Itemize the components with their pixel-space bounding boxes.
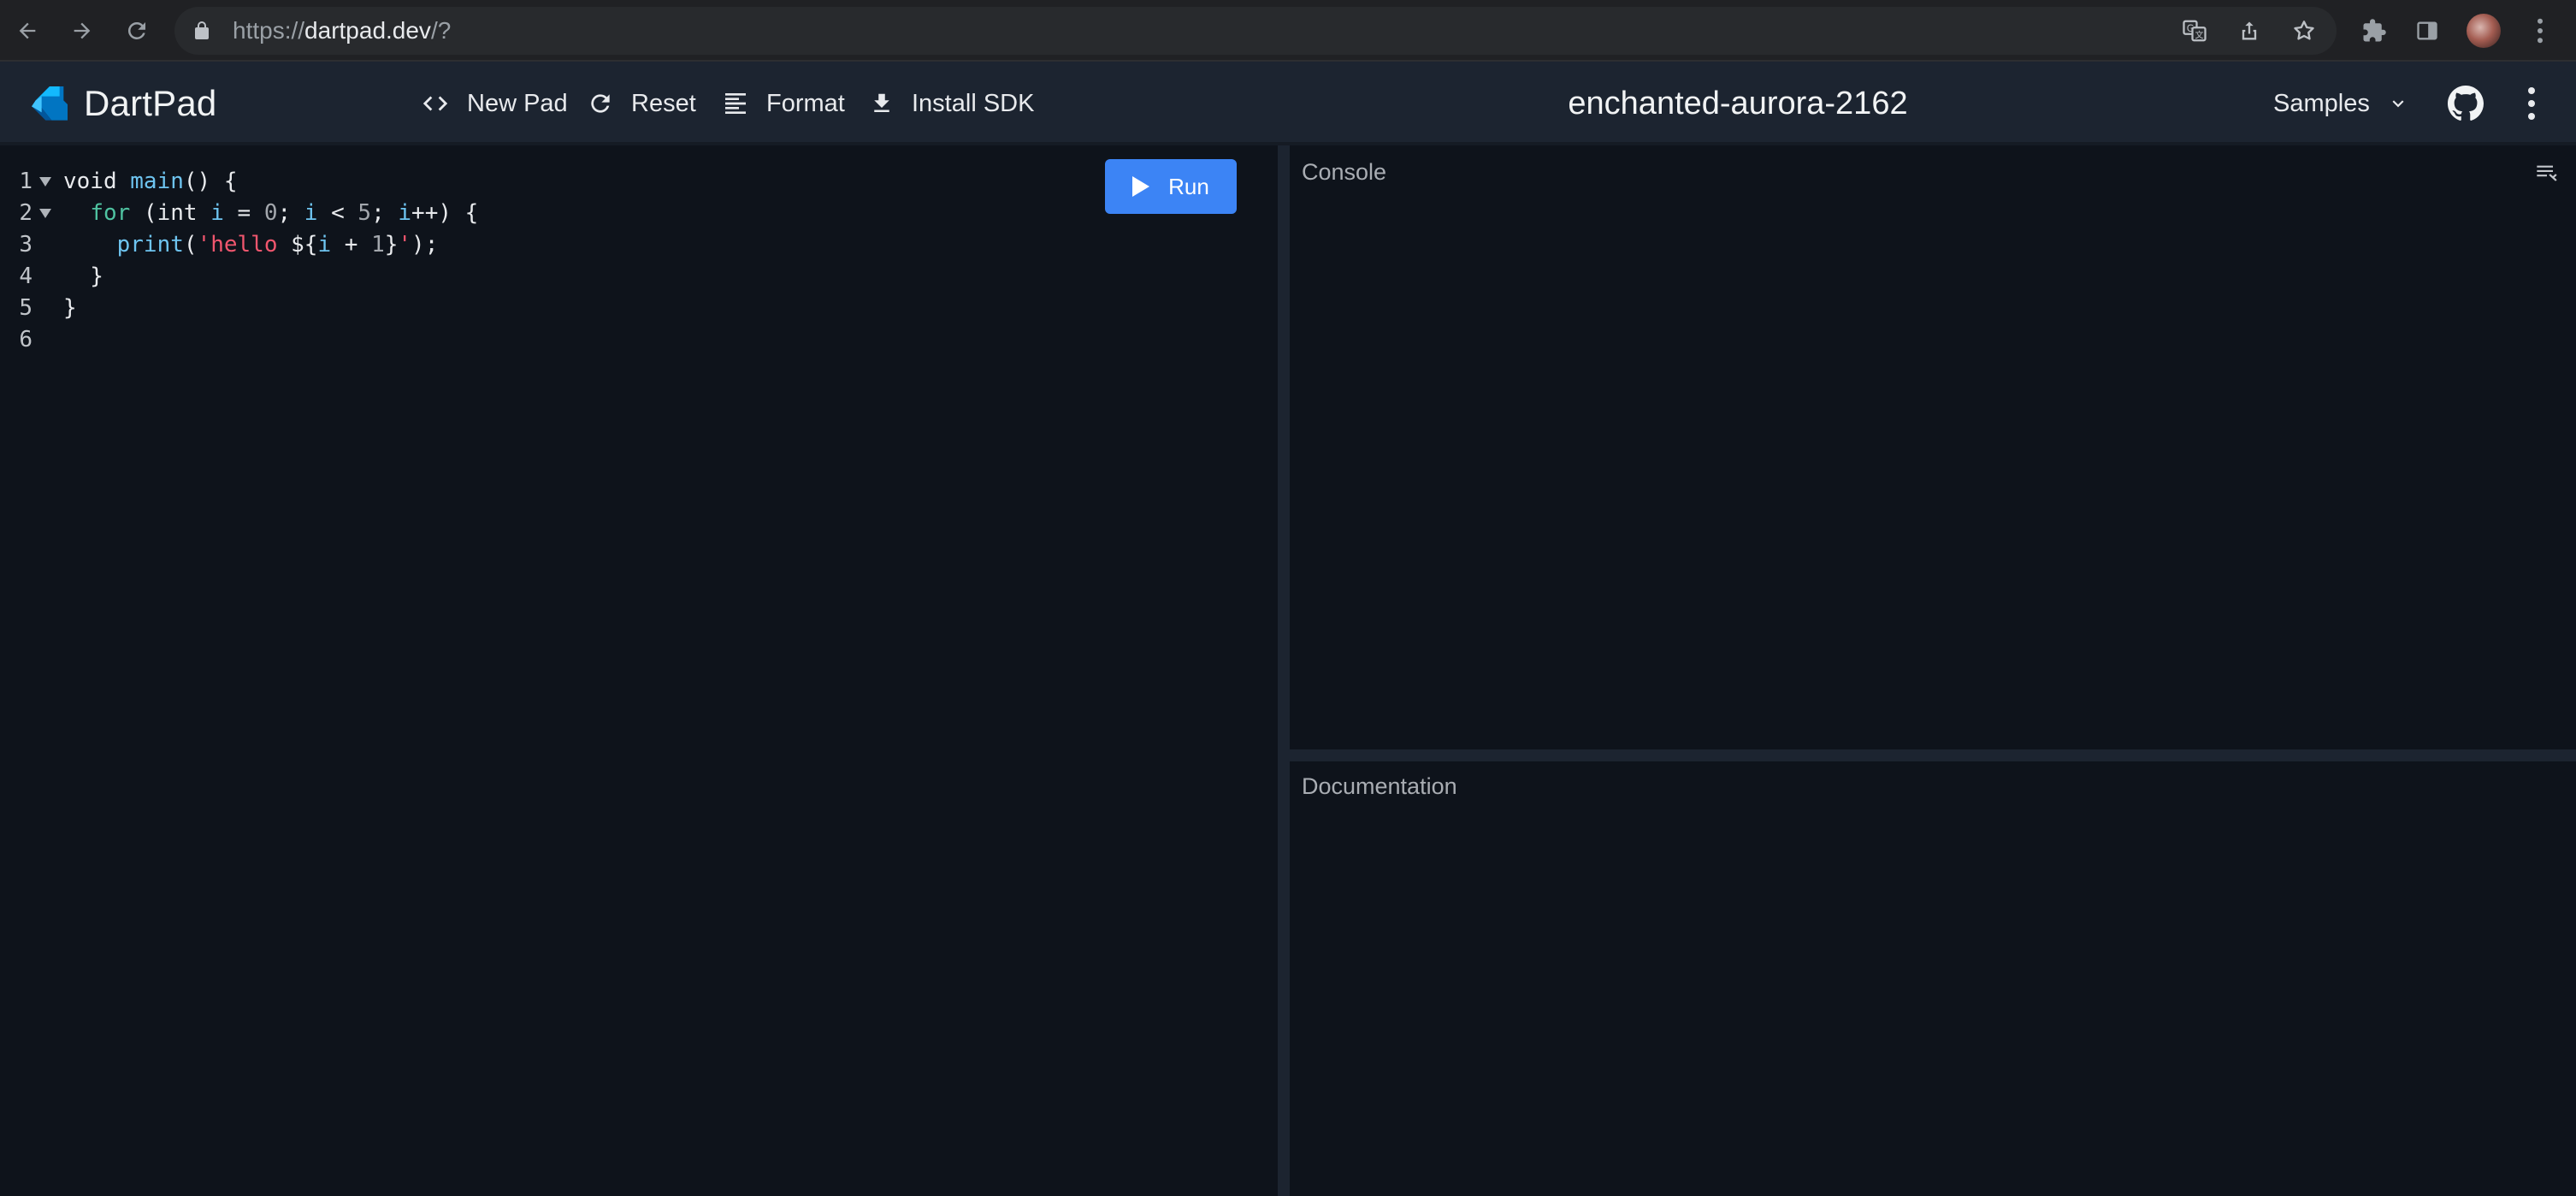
fold-arrow-icon[interactable] <box>39 209 51 218</box>
url-scheme: https:// <box>233 17 305 44</box>
chrome-menu-icon[interactable] <box>2523 14 2557 48</box>
format-align-icon <box>725 93 746 114</box>
url-text[interactable]: https://dartpad.dev/? <box>233 7 451 55</box>
fold-arrow-icon[interactable] <box>39 177 51 187</box>
install-sdk-button[interactable]: Install SDK <box>869 62 1034 145</box>
pad-title[interactable]: enchanted-aurora-2162 <box>1454 62 2022 145</box>
documentation-label: Documentation <box>1302 773 1457 799</box>
line-number: 2 <box>19 200 32 226</box>
url-path: /? <box>430 17 452 44</box>
code-line-1[interactable]: void main() { <box>63 166 238 198</box>
more-menu-icon[interactable] <box>2521 84 2542 123</box>
format-label: Format <box>766 89 845 117</box>
reload-icon[interactable] <box>120 14 154 48</box>
url-host: dartpad.dev <box>304 17 431 44</box>
github-icon[interactable] <box>2448 86 2484 121</box>
chevron-down-icon <box>2392 100 2404 108</box>
documentation-panel: Documentation <box>1290 761 2576 1196</box>
samples-label: Samples <box>2273 89 2370 117</box>
line-number: 3 <box>19 232 32 258</box>
console-label: Console <box>1302 159 1387 185</box>
run-label: Run <box>1168 173 1209 199</box>
address-bar[interactable]: https://dartpad.dev/? G文 <box>174 7 2337 55</box>
share-icon[interactable] <box>2236 17 2263 44</box>
code-line-2[interactable]: for (int i = 0; i < 5; i++) { <box>63 198 478 229</box>
line-number: 6 <box>19 327 32 352</box>
horizontal-splitter[interactable] <box>1290 749 2576 761</box>
code-icon <box>422 96 448 111</box>
line-number: 1 <box>19 169 32 194</box>
dart-logo-icon <box>26 80 74 128</box>
refresh-icon <box>591 94 610 113</box>
download-icon <box>874 93 889 112</box>
translate-icon[interactable]: G文 <box>2181 17 2208 44</box>
line-number: 4 <box>19 263 32 289</box>
app-brand[interactable]: DartPad <box>84 62 216 145</box>
samples-dropdown[interactable]: Samples <box>2273 62 2409 145</box>
code-editor[interactable]: 1 2 3 4 5 6 void main() { for (int i = 0… <box>0 145 1278 1196</box>
reset-button[interactable]: Reset <box>587 62 696 145</box>
bookmark-star-icon[interactable] <box>2290 17 2318 44</box>
code-line-3[interactable]: print('hello ${i + 1}'); <box>63 229 439 261</box>
reset-label: Reset <box>631 89 696 117</box>
browser-toolbar: https://dartpad.dev/? G文 <box>0 0 2576 62</box>
line-number: 5 <box>19 295 32 321</box>
profile-avatar[interactable] <box>2467 14 2501 48</box>
lock-icon[interactable] <box>192 21 212 41</box>
extensions-icon[interactable] <box>2357 14 2391 48</box>
install-sdk-label: Install SDK <box>912 89 1035 117</box>
format-button[interactable]: Format <box>722 62 845 145</box>
code-line-4[interactable]: } <box>63 261 103 293</box>
play-icon <box>1132 176 1150 197</box>
clear-console-icon[interactable] <box>2535 163 2559 181</box>
console-panel: Console <box>1290 145 2576 749</box>
svg-text:文: 文 <box>2195 29 2204 40</box>
new-pad-label: New Pad <box>467 89 568 117</box>
run-button[interactable]: Run <box>1105 159 1237 214</box>
side-panel-icon[interactable] <box>2410 14 2444 48</box>
code-line-5[interactable]: } <box>63 293 77 324</box>
back-icon[interactable] <box>10 14 44 48</box>
app-header: DartPad New Pad Reset Format Install SDK… <box>0 62 2576 145</box>
forward-icon[interactable] <box>65 14 99 48</box>
vertical-splitter[interactable] <box>1278 145 1290 1196</box>
new-pad-button[interactable]: New Pad <box>421 62 568 145</box>
